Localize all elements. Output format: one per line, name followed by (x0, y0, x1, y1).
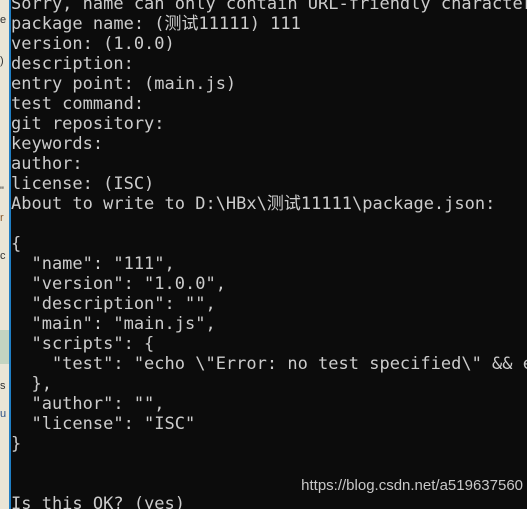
console-output-area[interactable]: Sorry, name can only contain URL-friendl… (11, 0, 527, 509)
console-line: }, (11, 374, 52, 394)
console-line: keywords: (11, 134, 104, 154)
console-line: package name: (测试11111) 111 (11, 14, 301, 34)
console-line: "version": "1.0.0", (11, 274, 226, 294)
background-text-fragment: u (0, 408, 7, 420)
console-line: About to write to D:\HBx\测试11111\package… (11, 194, 496, 214)
console-line: "author": "", (11, 394, 165, 414)
console-line: description: (11, 54, 134, 74)
console-line: entry point: (main.js) (11, 74, 237, 94)
background-text-fragment: c (0, 250, 6, 262)
console-line: "license": "ISC" (11, 414, 196, 434)
background-text-fragment: s (0, 380, 6, 392)
console-line: } (11, 434, 22, 454)
background-window-highlight (0, 330, 9, 364)
terminal-screenshot: e ) " r c s u Sorry, name can only conta… (0, 0, 527, 509)
console-line: test command: (11, 94, 145, 114)
background-text-fragment: r (0, 212, 4, 224)
console-line: license: (ISC) (11, 174, 155, 194)
console-line: "main": "main.js", (11, 314, 216, 334)
console-line: "name": "111", (11, 254, 175, 274)
console-line: "test": "echo \"Error: no test specified… (51, 354, 527, 374)
console-line: "description": "", (11, 294, 216, 314)
background-text-fragment: ) (0, 55, 4, 67)
csdn-watermark: https://blog.csdn.net/a519637560 (301, 477, 523, 494)
background-text-fragment: " (0, 185, 4, 197)
console-line-list: Sorry, name can only contain URL-friendl… (11, 0, 527, 509)
console-line: version: (1.0.0) (11, 34, 175, 54)
console-line: Is this OK? (yes) (11, 494, 185, 509)
console-line: "scripts": { (11, 334, 155, 354)
console-line: { (11, 234, 22, 254)
console-line: git repository: (11, 114, 165, 134)
console-line: author: (11, 154, 83, 174)
background-text-fragment: e (0, 14, 7, 26)
console-line: Sorry, name can only contain URL-friendl… (11, 0, 527, 14)
background-window-strip[interactable]: e ) " r c s u (0, 0, 9, 509)
